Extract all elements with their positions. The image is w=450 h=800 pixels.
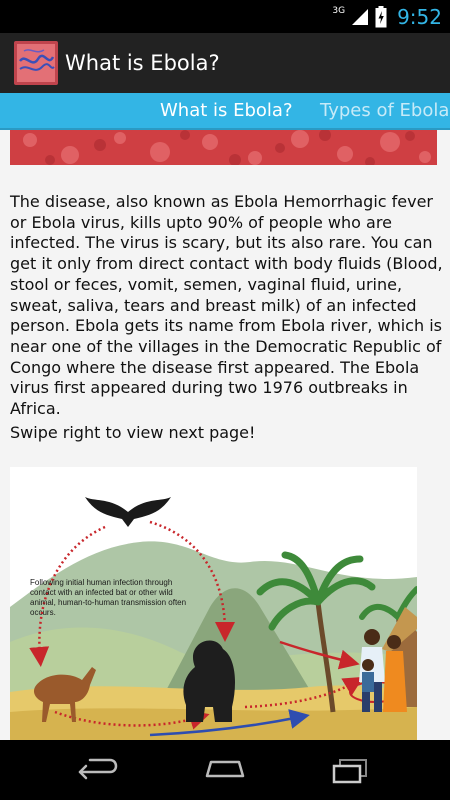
caption-line: contact with an infected bat or other wi… xyxy=(30,588,173,597)
tab-strip: What is Ebola? Types of Ebola xyxy=(0,93,450,130)
battery-icon xyxy=(375,5,387,27)
ebola-app-icon[interactable] xyxy=(14,41,58,85)
tab-what-is-ebola[interactable]: What is Ebola? xyxy=(160,93,293,130)
recents-icon[interactable] xyxy=(322,752,382,788)
caption-line: animal, human-to-human transmission ofte… xyxy=(30,598,186,607)
blood-cells-image xyxy=(10,130,437,165)
transmission-illustration: Following initial human infection throug… xyxy=(10,467,417,740)
ebola-description: The disease, also known as Ebola Hemorrh… xyxy=(10,192,443,419)
tab-types-of-ebola[interactable]: Types of Ebola xyxy=(320,93,449,130)
action-bar: What is Ebola? xyxy=(0,33,450,93)
page-content[interactable]: The disease, also known as Ebola Hemorrh… xyxy=(0,130,450,740)
navigation-bar xyxy=(0,740,450,800)
home-icon[interactable] xyxy=(195,752,255,788)
caption-line: Following initial human infection throug… xyxy=(30,578,172,587)
network-type-label: 3G xyxy=(332,5,346,16)
swipe-hint: Swipe right to view next page! xyxy=(10,423,256,442)
status-icons: 3G 9:52 xyxy=(332,0,442,33)
signal-icon xyxy=(352,8,369,25)
caption-line: occurs. xyxy=(30,608,56,617)
status-bar: 3G 9:52 xyxy=(0,0,450,33)
back-icon[interactable] xyxy=(70,752,130,788)
app-title: What is Ebola? xyxy=(65,51,220,75)
clock: 9:52 xyxy=(397,4,442,29)
